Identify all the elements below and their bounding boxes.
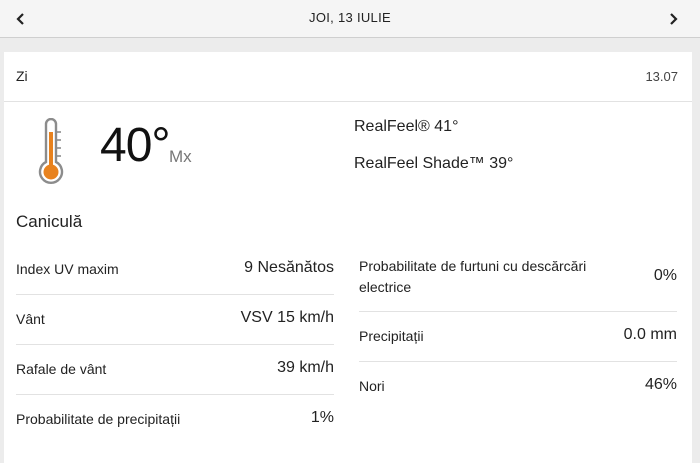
detail-row-wind-gusts: Rafale de vânt 39 km/h [16,345,334,395]
date-navigation-bar: JOI, 13 IULIE [0,0,700,38]
detail-value: 0% [653,267,677,284]
realfeel-value: RealFeel® 41° [354,118,459,135]
detail-row-thunderstorm-probability: Probabilitate de furtuni cu descărcări e… [359,245,677,312]
chevron-right-icon [670,13,678,25]
details-right-list: Probabilitate de furtuni cu descărcări e… [359,245,677,412]
weather-phrase: Caniculă [16,212,83,231]
detail-value: 1% [310,409,334,426]
detail-row-clouds: Nori 46% [359,362,677,412]
detail-label: Probabilitate de furtuni cu descărcări e… [359,258,587,295]
next-day-button[interactable] [660,6,686,32]
detail-label: Probabilitate de precipitații [16,411,181,427]
detail-value: 0.0 mm [623,326,677,343]
day-forecast-card: Zi 13.07 40° Mx RealFeel® 41° RealFeel S… [4,52,692,463]
detail-value: 46% [644,376,677,393]
detail-value: 9 Nesănătos [244,259,334,276]
period-label: Zi [16,68,28,84]
selected-date: JOI, 13 IULIE [309,10,391,25]
realfeel-shade-value: RealFeel Shade™ 39° [354,155,514,172]
detail-label: Nori [359,378,385,394]
card-header: Zi 13.07 [4,52,692,102]
detail-value: VSV 15 km/h [240,309,334,326]
max-temperature: 40° [100,119,171,172]
detail-label: Rafale de vânt [16,361,107,377]
detail-label: Vânt [16,311,45,327]
thermometer-hot-icon [38,118,64,184]
detail-row-precip-probability: Probabilitate de precipitații 1% [16,395,334,445]
period-date: 13.07 [645,69,678,84]
details-left-list: Index UV maxim 9 Nesănătos Vânt VSV 15 k… [16,245,334,445]
temperature-type: Mx [169,147,192,166]
detail-row-precipitation: Precipitații 0.0 mm [359,312,677,362]
detail-label: Index UV maxim [16,261,119,277]
detail-label: Precipitații [359,328,424,344]
detail-row-wind: Vânt VSV 15 km/h [16,295,334,345]
detail-row-uv: Index UV maxim 9 Nesănătos [16,245,334,295]
detail-value: 39 km/h [277,359,334,376]
